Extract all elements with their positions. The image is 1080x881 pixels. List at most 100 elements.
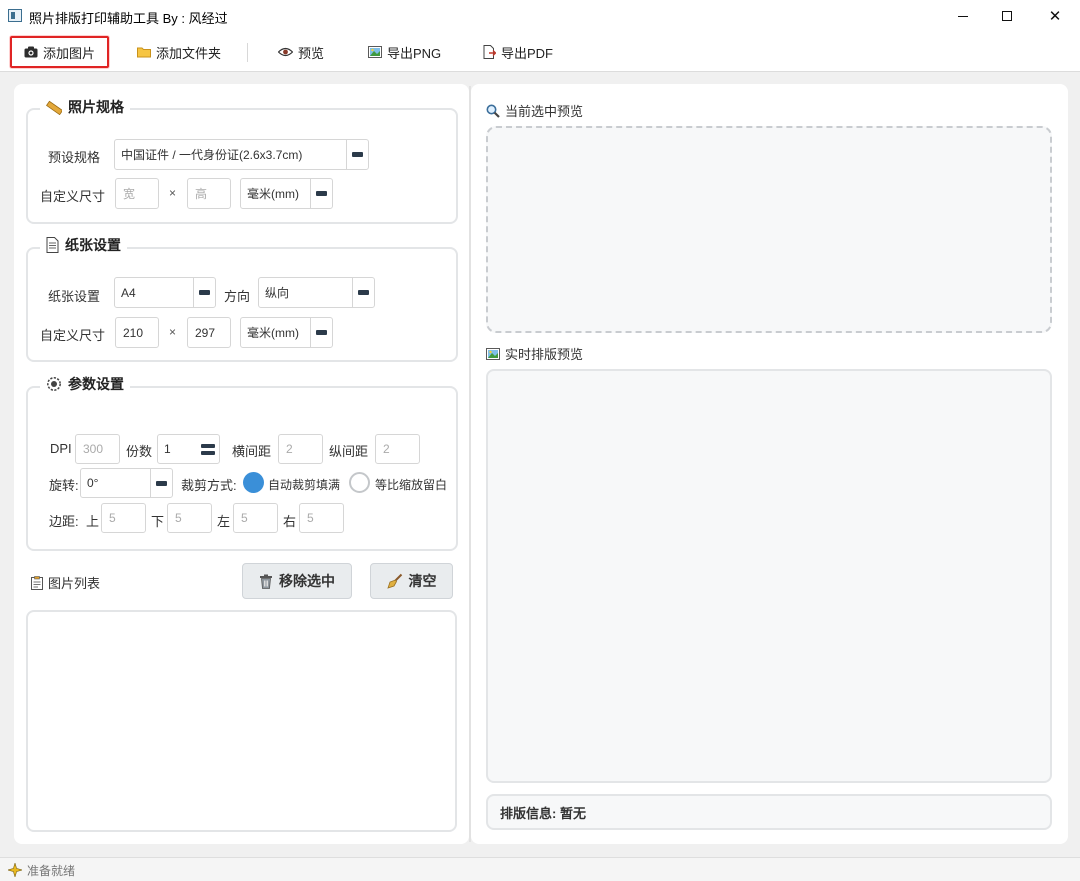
export-png-label: 导出PNG xyxy=(387,45,442,61)
dropdown-arrow-icon xyxy=(310,318,332,347)
copies-label: 份数 xyxy=(126,444,153,459)
crop-fit-label: 等比缩放留白 xyxy=(375,478,448,492)
remove-selected-button[interactable]: 移除选中 xyxy=(242,563,352,599)
margin-left-input[interactable]: 5 xyxy=(233,503,278,533)
title-bar: 照片排版打印辅助工具 By : 风经过 ✕ xyxy=(0,0,1080,32)
minimize-icon xyxy=(958,15,968,17)
crop-mode-label: 裁剪方式: xyxy=(181,478,237,493)
close-icon: ✕ xyxy=(1048,8,1062,25)
close-button[interactable]: ✕ xyxy=(1032,0,1078,32)
camera-icon xyxy=(24,46,38,58)
margin-bottom-label: 下 xyxy=(151,514,165,529)
maximize-button[interactable] xyxy=(984,0,1030,32)
h-spacing-label: 横间距 xyxy=(232,444,272,459)
photo-width-input[interactable]: 宽 xyxy=(115,178,159,209)
orientation-select[interactable]: 纵向 xyxy=(258,277,375,308)
margin-bottom-input[interactable]: 5 xyxy=(167,503,212,533)
orientation-value: 纵向 xyxy=(265,286,290,300)
trash-icon xyxy=(260,574,272,589)
paper-width-input[interactable]: 210 xyxy=(115,317,159,348)
picture-icon xyxy=(368,46,382,58)
margin-left-label: 左 xyxy=(217,514,231,529)
preset-spec-select[interactable]: 中国证件 / 一代身份证(2.6x3.7cm) xyxy=(114,139,369,170)
params-title: 参数设置 xyxy=(40,374,130,394)
clipboard-icon xyxy=(31,575,43,590)
margin-top-label: 上 xyxy=(86,514,100,529)
add-folder-label: 添加文件夹 xyxy=(156,45,222,61)
status-text: 准备就绪 xyxy=(27,864,76,878)
export-png-button[interactable]: 导出PNG xyxy=(360,38,449,66)
paper-height-input[interactable]: 297 xyxy=(187,317,231,348)
image-list-header: 图片列表 xyxy=(31,573,100,592)
clear-button[interactable]: 清空 xyxy=(370,563,453,599)
maximize-icon xyxy=(1002,11,1012,21)
custom-size-label: 自定义尺寸 xyxy=(40,189,106,204)
dropdown-arrow-icon xyxy=(193,278,215,307)
live-preview-area xyxy=(486,369,1052,783)
crop-fill-radio[interactable] xyxy=(243,472,264,493)
margin-label: 边距: xyxy=(49,514,79,529)
preview-label: 预览 xyxy=(298,45,325,61)
preset-spec-label: 预设规格 xyxy=(48,150,101,165)
picture-icon xyxy=(486,347,500,360)
dropdown-arrow-icon xyxy=(150,469,172,497)
dpi-label: DPI xyxy=(50,441,72,456)
paper-title: 纸张设置 xyxy=(40,235,127,255)
dropdown-arrow-icon xyxy=(352,278,374,307)
current-preview-title: 当前选中预览 xyxy=(505,104,584,119)
spin-buttons-icon[interactable] xyxy=(197,435,219,463)
margin-right-input[interactable]: 5 xyxy=(299,503,344,533)
ruler-icon xyxy=(46,100,62,115)
rotate-select[interactable]: 0° xyxy=(80,468,173,498)
eye-icon xyxy=(278,47,293,57)
add-image-button[interactable]: 添加图片 xyxy=(10,36,110,68)
copies-spinbox[interactable]: 1 xyxy=(157,434,220,464)
photo-height-input[interactable]: 高 xyxy=(187,178,231,209)
times-sign: × xyxy=(169,186,177,200)
current-preview-header: 当前选中预览 xyxy=(486,101,583,120)
live-preview-title: 实时排版预览 xyxy=(505,347,584,362)
app-icon xyxy=(8,9,22,22)
layout-info-box: 排版信息: 暂无 xyxy=(486,794,1052,830)
add-folder-button[interactable]: 添加文件夹 xyxy=(129,38,229,66)
add-image-label: 添加图片 xyxy=(43,45,96,61)
margin-right-label: 右 xyxy=(283,514,297,529)
photo-unit-value: 毫米(mm) xyxy=(247,187,299,201)
crop-fit-radio[interactable] xyxy=(349,472,370,493)
live-preview-header: 实时排版预览 xyxy=(486,344,583,363)
folder-icon xyxy=(137,47,151,58)
paper-unit-value: 毫米(mm) xyxy=(247,326,299,340)
orientation-label: 方向 xyxy=(224,289,251,304)
paper-size-label: 纸张设置 xyxy=(48,289,101,304)
export-pdf-button[interactable]: 导出PDF xyxy=(475,38,561,66)
paper-unit-select[interactable]: 毫米(mm) xyxy=(240,317,333,348)
magnifier-icon xyxy=(486,104,500,118)
copies-value: 1 xyxy=(164,442,171,456)
preset-spec-value: 中国证件 / 一代身份证(2.6x3.7cm) xyxy=(121,148,303,162)
image-list-box[interactable] xyxy=(26,610,457,832)
export-document-icon xyxy=(483,45,496,59)
dropdown-arrow-icon xyxy=(310,179,332,208)
margin-top-input[interactable]: 5 xyxy=(101,503,146,533)
current-preview-area xyxy=(486,126,1052,333)
layout-info-text: 排版信息: 暂无 xyxy=(500,805,586,821)
image-list-title: 图片列表 xyxy=(48,576,101,591)
minimize-button[interactable] xyxy=(940,0,986,32)
h-spacing-input[interactable]: 2 xyxy=(278,434,323,464)
photo-spec-title: 照片规格 xyxy=(40,97,130,117)
paper-size-value: A4 xyxy=(121,285,136,300)
toolbar: 添加图片 添加文件夹 预览 导出PNG 导出PDF xyxy=(0,32,1080,72)
gear-icon xyxy=(47,377,61,391)
window-title: 照片排版打印辅助工具 By : 风经过 xyxy=(29,11,228,26)
broom-icon xyxy=(386,573,402,589)
paper-custom-size-label: 自定义尺寸 xyxy=(40,328,106,343)
status-bar: 准备就绪 xyxy=(0,857,1080,881)
rotate-value: 0° xyxy=(87,476,99,490)
toolbar-separator xyxy=(247,43,248,62)
paper-size-select[interactable]: A4 xyxy=(114,277,216,308)
v-spacing-input[interactable]: 2 xyxy=(375,434,420,464)
preview-button[interactable]: 预览 xyxy=(270,38,332,66)
photo-unit-select[interactable]: 毫米(mm) xyxy=(240,178,333,209)
sparkle-icon xyxy=(8,863,22,877)
dpi-input[interactable]: 300 xyxy=(75,434,120,464)
